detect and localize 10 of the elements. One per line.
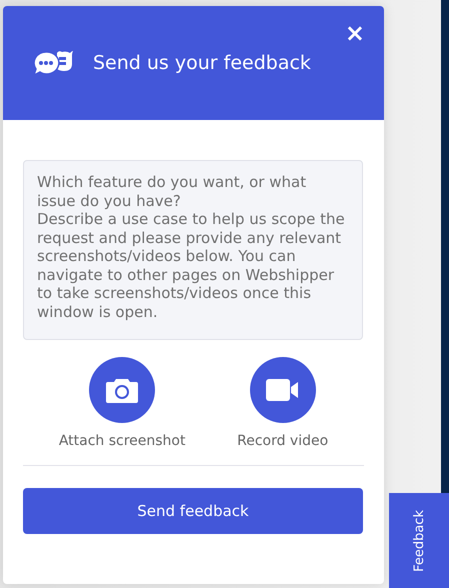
feedback-tab[interactable]: Feedback <box>389 493 449 588</box>
action-label: Record video <box>237 433 328 449</box>
action-label: Attach screenshot <box>58 433 186 449</box>
message-field[interactable]: Which feature do you want, or what issue do you have? Describe a use case to help us scope the request and please provide any relevant screenshots/videos below. You can navigate to other pages on Webshipper to take screenshots/videos once this window is open. <box>23 160 363 340</box>
camera-icon <box>105 376 140 404</box>
video-camera-icon <box>266 379 300 401</box>
dialog-title: Send us your feedback <box>93 52 311 74</box>
close-button[interactable]: × <box>344 22 365 44</box>
chat-bubbles-icon <box>33 50 73 76</box>
send-feedback-button[interactable]: Send feedback <box>23 488 363 534</box>
